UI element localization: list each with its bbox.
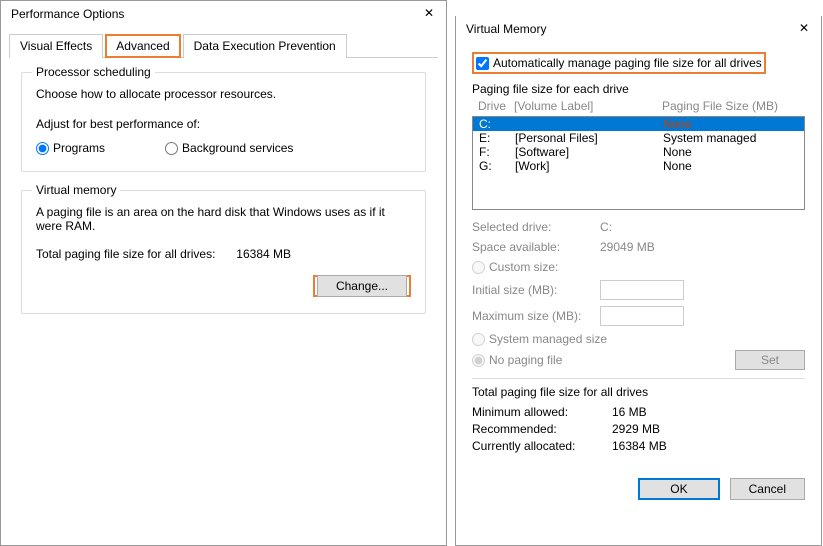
vm-desc: A paging file is an area on the hard dis… — [36, 205, 411, 233]
drive-size: None — [663, 159, 798, 173]
ok-button[interactable]: OK — [638, 478, 719, 500]
rec-value: 2929 MB — [612, 422, 660, 436]
titlebar: Virtual Memory ✕ — [456, 16, 821, 42]
change-highlight: Change... — [313, 275, 411, 297]
drive-size: System managed — [663, 131, 798, 145]
header-drive: Drive — [478, 99, 514, 113]
tab-dep[interactable]: Data Execution Prevention — [183, 34, 347, 58]
radio-sysmanaged-label: System managed size — [489, 332, 607, 346]
space-label: Space available: — [472, 240, 600, 254]
drive-letter: E: — [479, 131, 515, 145]
group-label: Virtual memory — [32, 183, 120, 197]
totals-group: Total paging file size for all drives Mi… — [472, 378, 805, 456]
drive-letter: G: — [479, 159, 515, 173]
radio-programs-input[interactable] — [36, 142, 49, 155]
space-value: 29049 MB — [600, 240, 655, 254]
min-value: 16 MB — [612, 405, 647, 419]
totals-label: Total paging file size for all drives — [472, 385, 805, 399]
drive-row[interactable]: G: [Work] None — [473, 159, 804, 173]
total-label: Total paging file size for all drives: — [36, 247, 215, 261]
processor-scheduling-group: Processor scheduling Choose how to alloc… — [21, 72, 426, 172]
group-label: Processor scheduling — [32, 65, 155, 79]
max-size-input — [600, 306, 684, 326]
drive-row[interactable]: C: None — [473, 117, 804, 131]
tab-strip: Visual Effects Advanced Data Execution P… — [9, 33, 438, 58]
dialog-buttons: OK Cancel — [456, 466, 821, 512]
drive-letter: C: — [479, 117, 515, 131]
close-icon[interactable]: ✕ — [422, 7, 436, 21]
auto-manage-input[interactable] — [476, 57, 489, 70]
radio-background[interactable]: Background services — [165, 141, 293, 155]
initial-size-label: Initial size (MB): — [472, 283, 600, 297]
radio-nopaging-label: No paging file — [489, 353, 562, 367]
drive-label: [Personal Files] — [515, 131, 663, 145]
drive-label — [515, 117, 663, 131]
min-label: Minimum allowed: — [472, 405, 612, 419]
selected-drive-label: Selected drive: — [472, 220, 600, 234]
drive-label: [Work] — [515, 159, 663, 173]
dialog-title: Virtual Memory — [466, 22, 546, 36]
cur-label: Currently allocated: — [472, 439, 612, 453]
drive-size: None — [663, 117, 798, 131]
rec-label: Recommended: — [472, 422, 612, 436]
header-size: Paging File Size (MB) — [662, 99, 799, 113]
cancel-button[interactable]: Cancel — [730, 478, 805, 500]
titlebar: Performance Options ✕ — [1, 1, 446, 27]
radio-no-paging: No paging file — [472, 353, 562, 367]
initial-size-input — [600, 280, 684, 300]
drive-listbox[interactable]: C: None E: [Personal Files] System manag… — [472, 116, 805, 210]
radio-custom-size: Custom size: — [472, 260, 805, 274]
tab-advanced[interactable]: Advanced — [105, 34, 180, 58]
radio-programs-label: Programs — [53, 141, 105, 155]
drive-letter: F: — [479, 145, 515, 159]
radio-custom-input — [472, 261, 485, 274]
performance-options-dialog: Performance Options ✕ Visual Effects Adv… — [0, 0, 447, 546]
drive-label: [Software] — [515, 145, 663, 159]
tab-content: Processor scheduling Choose how to alloc… — [1, 58, 446, 346]
radio-background-input[interactable] — [165, 142, 178, 155]
cur-value: 16384 MB — [612, 439, 667, 453]
radio-system-managed: System managed size — [472, 332, 805, 346]
max-size-label: Maximum size (MB): — [472, 309, 600, 323]
adjust-label: Adjust for best performance of: — [36, 117, 411, 131]
each-drive-label: Paging file size for each drive — [472, 82, 805, 96]
drive-size: None — [663, 145, 798, 159]
virtual-memory-group: Virtual memory A paging file is an area … — [21, 190, 426, 314]
vm-content: Automatically manage paging file size fo… — [456, 42, 821, 466]
header-volume: [Volume Label] — [514, 99, 662, 113]
radio-custom-label: Custom size: — [489, 260, 558, 274]
proc-desc: Choose how to allocate processor resourc… — [36, 87, 411, 101]
auto-manage-label: Automatically manage paging file size fo… — [493, 56, 762, 70]
selected-drive-value: C: — [600, 220, 612, 234]
close-icon[interactable]: ✕ — [797, 22, 811, 36]
radio-sysmanaged-input — [472, 333, 485, 346]
each-drive-group: Paging file size for each drive Drive [V… — [472, 82, 805, 370]
drive-row[interactable]: F: [Software] None — [473, 145, 804, 159]
set-button: Set — [735, 350, 805, 370]
auto-manage-checkbox[interactable]: Automatically manage paging file size fo… — [476, 56, 762, 70]
total-value: 16384 MB — [236, 247, 291, 261]
change-button[interactable]: Change... — [317, 275, 407, 297]
auto-manage-highlight: Automatically manage paging file size fo… — [472, 52, 766, 74]
radio-background-label: Background services — [182, 141, 293, 155]
virtual-memory-dialog: Virtual Memory ✕ Automatically manage pa… — [455, 16, 822, 546]
tab-visual-effects[interactable]: Visual Effects — [9, 34, 103, 58]
drive-header: Drive [Volume Label] Paging File Size (M… — [472, 98, 805, 114]
radio-nopaging-input — [472, 354, 485, 367]
radio-programs[interactable]: Programs — [36, 141, 105, 155]
dialog-title: Performance Options — [11, 7, 124, 21]
drive-row[interactable]: E: [Personal Files] System managed — [473, 131, 804, 145]
